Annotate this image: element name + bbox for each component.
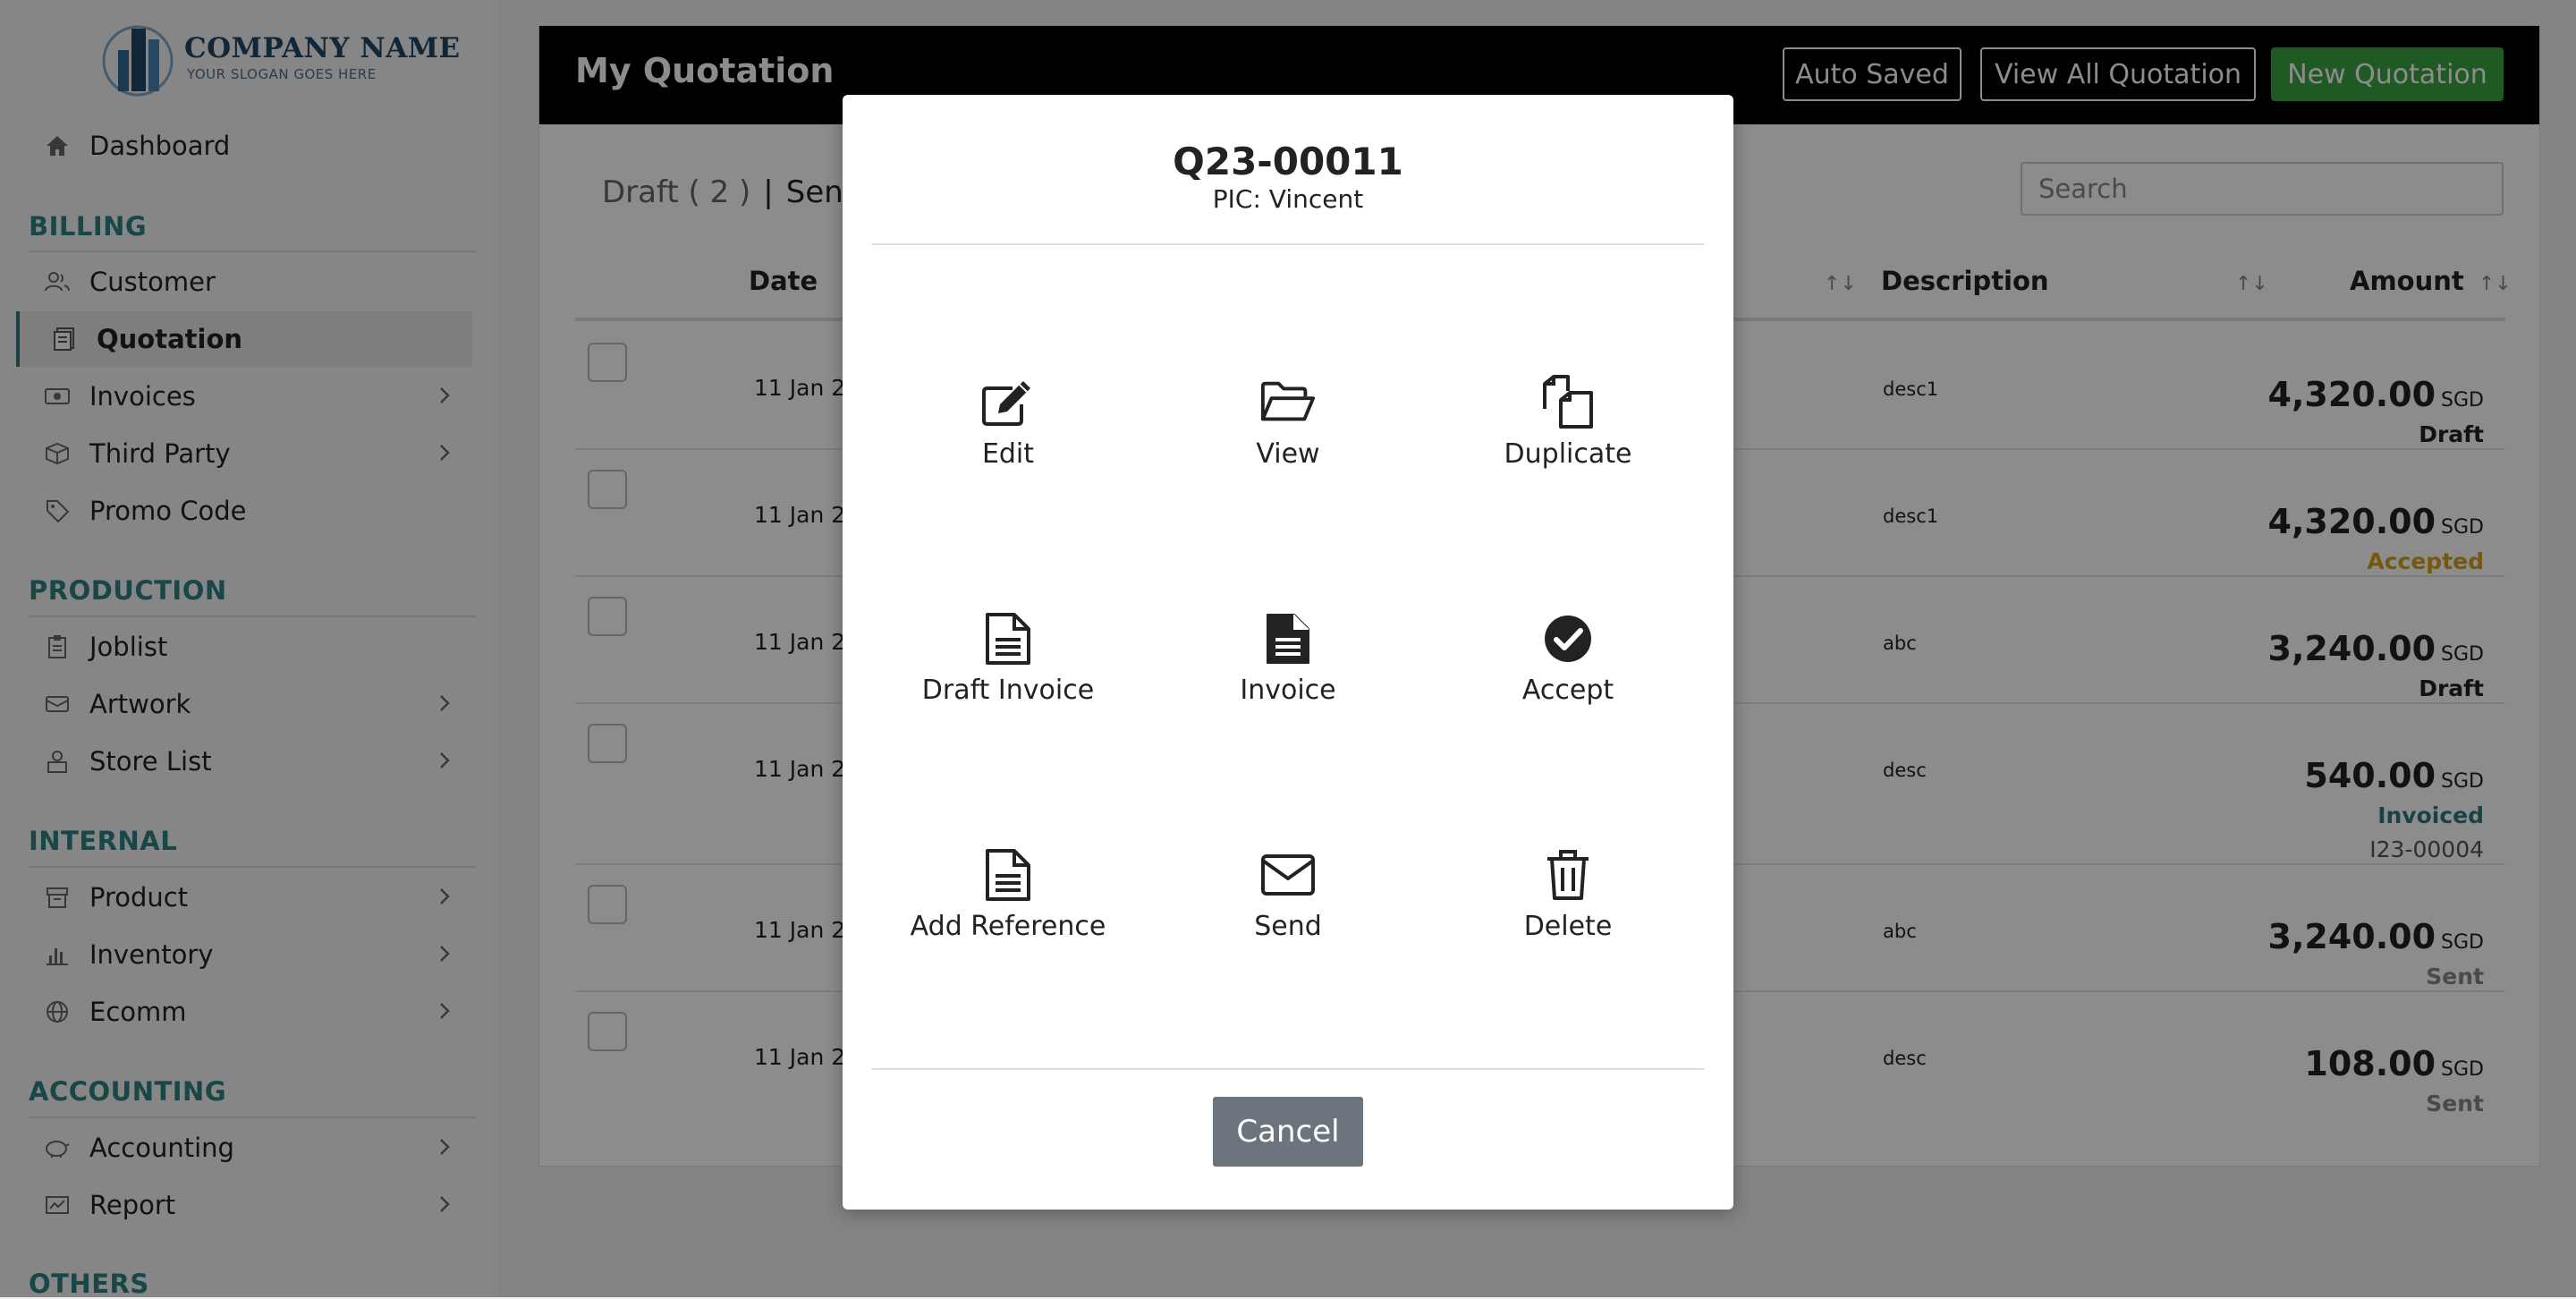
document-outline-icon	[979, 846, 1037, 904]
edit-action[interactable]: Edit	[874, 374, 1142, 499]
folder-open-icon	[1259, 374, 1317, 431]
edit-icon	[979, 374, 1037, 431]
action-label: Accept	[1521, 675, 1614, 706]
action-label: Edit	[981, 438, 1035, 470]
modal-title: Q23-00011	[1173, 140, 1403, 183]
trash-icon	[1539, 846, 1597, 904]
action-label: Duplicate	[1504, 438, 1632, 470]
action-label: Send	[1254, 911, 1322, 942]
draft-invoice-action[interactable]: Draft Invoice	[874, 610, 1142, 735]
delete-action[interactable]: Delete	[1434, 846, 1702, 972]
document-filled-icon	[1259, 610, 1317, 667]
action-label: Delete	[1523, 911, 1613, 942]
check-circle-icon	[1539, 610, 1597, 667]
modal-pic: PIC: Vincent	[1212, 184, 1364, 214]
accept-action[interactable]: Accept	[1434, 610, 1702, 735]
cancel-button[interactable]: Cancel	[1213, 1097, 1363, 1167]
modal-divider	[872, 1068, 1704, 1070]
action-label: Add Reference	[910, 911, 1106, 942]
action-label: Draft Invoice	[921, 675, 1095, 706]
action-label: View	[1256, 438, 1320, 470]
duplicate-icon	[1539, 374, 1597, 431]
modal-divider	[872, 243, 1704, 245]
view-action[interactable]: View	[1154, 374, 1422, 499]
action-label: Invoice	[1240, 675, 1336, 706]
add-reference-action[interactable]: Add Reference	[874, 846, 1142, 972]
document-outline-icon	[979, 610, 1037, 667]
invoice-action[interactable]: Invoice	[1154, 610, 1422, 735]
duplicate-action[interactable]: Duplicate	[1434, 374, 1702, 499]
send-action[interactable]: Send	[1154, 846, 1422, 972]
envelope-icon	[1259, 846, 1317, 904]
quotation-actions-modal: Q23-00011 PIC: Vincent Edit View Duplica…	[843, 95, 1733, 1210]
